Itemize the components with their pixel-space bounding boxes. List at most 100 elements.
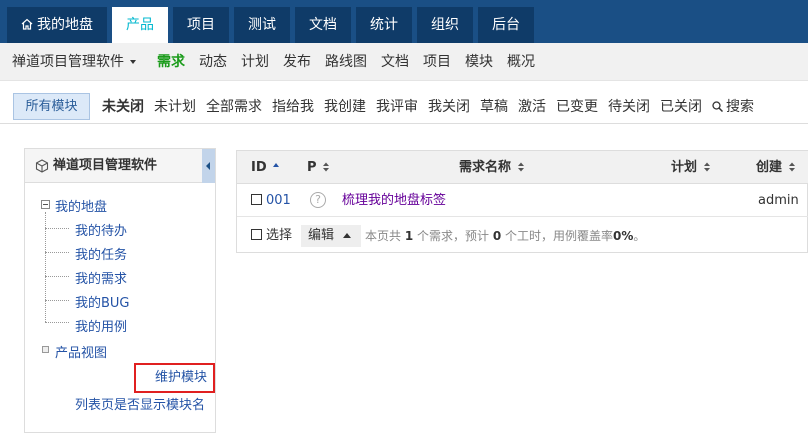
column-id[interactable]: ID (251, 151, 280, 184)
subnav-plan[interactable]: 计划 (241, 43, 269, 81)
tab-my[interactable]: 我的地盘 (7, 7, 107, 43)
story-title-link[interactable]: 梳理我的地盘标签 (342, 184, 446, 217)
summary-mid: 个需求，预计 (413, 229, 493, 243)
column-plan-label: 计划 (671, 160, 698, 175)
main-nav: 我的地盘 产品 项目 测试 文档 统计 组织 后台 (0, 0, 808, 43)
batch-edit-button[interactable]: 编辑 (301, 225, 361, 247)
subnav-project[interactable]: 项目 (423, 43, 451, 81)
tab-product-label: 产品 (126, 17, 154, 33)
tab-admin-label: 后台 (492, 17, 520, 33)
cube-icon (35, 159, 49, 173)
tree-node-bug[interactable]: 我的BUG (75, 292, 130, 311)
column-id-label: ID (251, 160, 267, 175)
tree-node-my[interactable]: 我的地盘 (55, 196, 107, 215)
tab-my-label: 我的地盘 (37, 17, 93, 33)
subnav-view[interactable]: 概况 (507, 43, 535, 81)
tree-connector (45, 300, 69, 301)
summary-rate: 0% (613, 229, 634, 243)
tree-node-product-view[interactable]: 产品视图 (55, 342, 107, 361)
tab-project[interactable]: 项目 (173, 7, 229, 43)
tree-connector (45, 228, 69, 229)
tab-report-label: 统计 (370, 17, 398, 33)
story-table: ID P 需求名称 计划 创建 001 ? 梳理我的地盘标签 admin 选择 … (236, 150, 808, 253)
side-panel-title: 禅道项目管理软件 (53, 158, 158, 173)
sort-icon (517, 162, 524, 172)
column-name[interactable]: 需求名称 (459, 151, 524, 184)
column-creator[interactable]: 创建 (756, 151, 795, 184)
sort-asc-icon (273, 163, 280, 167)
tree-connector (45, 322, 69, 323)
sub-nav: 禅道项目管理软件 需求 动态 计划 发布 路线图 文档 项目 模块 概况 (0, 43, 808, 81)
filter-unplanned[interactable]: 未计划 (154, 90, 196, 124)
tree-connector (45, 276, 69, 277)
show-module-name-link[interactable]: 列表页是否显示模块名 (75, 394, 205, 413)
column-creator-label: 创建 (756, 160, 783, 175)
summary-mid2: 个工时，用例覆盖率 (501, 229, 614, 243)
tab-doc-label: 文档 (309, 17, 337, 33)
subnav-roadmap[interactable]: 路线图 (325, 43, 367, 81)
filter-active[interactable]: 激活 (518, 90, 546, 124)
table-row[interactable]: 001 ? 梳理我的地盘标签 admin (237, 184, 808, 217)
chevron-down-icon (130, 60, 136, 64)
table-header: ID P 需求名称 计划 创建 (237, 151, 808, 184)
tab-test-label: 测试 (248, 17, 276, 33)
priority-unknown-icon: ? (310, 192, 326, 208)
side-panel-header: 禅道项目管理软件 (25, 149, 215, 183)
filter-closed[interactable]: 已关闭 (660, 90, 702, 124)
tree-node-todo[interactable]: 我的待办 (75, 220, 127, 239)
tab-product[interactable]: 产品 (112, 7, 168, 43)
column-plan[interactable]: 计划 (671, 151, 710, 184)
tab-company-label: 组织 (431, 17, 459, 33)
collapse-sidebar-button[interactable] (202, 149, 215, 183)
filter-to-close[interactable]: 待关闭 (608, 90, 650, 124)
row-id[interactable]: 001 (266, 193, 291, 208)
select-all[interactable]: 选择 (251, 218, 292, 254)
tree-node-story[interactable]: 我的需求 (75, 268, 127, 287)
chevron-up-icon (343, 233, 351, 238)
column-name-label: 需求名称 (459, 160, 512, 175)
filter-all[interactable]: 全部需求 (206, 90, 262, 124)
search-button[interactable]: 搜索 (712, 90, 754, 124)
filter-unclosed[interactable]: 未关闭 (102, 90, 144, 124)
summary-count: 1 (404, 229, 414, 243)
row-id-cell[interactable]: 001 (251, 184, 291, 217)
row-checkbox[interactable] (251, 194, 262, 205)
product-switcher-label: 禅道项目管理软件 (12, 54, 124, 70)
tab-report[interactable]: 统计 (356, 7, 412, 43)
tab-doc[interactable]: 文档 (295, 7, 351, 43)
filter-assigned-to-me[interactable]: 指给我 (272, 90, 314, 124)
row-creator: admin (758, 193, 799, 208)
collapse-icon[interactable] (41, 200, 50, 209)
product-switcher[interactable]: 禅道项目管理软件 (12, 43, 136, 81)
filter-opened-by-me[interactable]: 我创建 (324, 90, 366, 124)
all-modules-button[interactable]: 所有模块 (13, 93, 90, 120)
subnav-story[interactable]: 需求 (157, 43, 185, 81)
subnav-release[interactable]: 发布 (283, 43, 311, 81)
filter-changed[interactable]: 已变更 (556, 90, 598, 124)
sort-icon (323, 162, 330, 172)
select-all-checkbox[interactable] (251, 229, 262, 240)
subnav-doc[interactable]: 文档 (381, 43, 409, 81)
subnav-module[interactable]: 模块 (465, 43, 493, 81)
column-priority[interactable]: P (307, 151, 330, 184)
column-priority-label: P (307, 160, 317, 175)
table-footer: 选择 编辑 本页共 1 个需求，预计 0 个工时，用例覆盖率0%。 (237, 218, 808, 254)
batch-edit-label: 编辑 (308, 228, 335, 243)
tree-node-task[interactable]: 我的任务 (75, 244, 127, 263)
sort-icon (703, 162, 710, 172)
tab-admin[interactable]: 后台 (478, 7, 534, 43)
maintain-modules-link[interactable]: 维护模块 (134, 363, 215, 393)
tree-connector (45, 252, 69, 253)
tab-company[interactable]: 组织 (417, 7, 473, 43)
filter-reviewed-by-me[interactable]: 我评审 (376, 90, 418, 124)
subnav-dynamic[interactable]: 动态 (199, 43, 227, 81)
chevron-left-icon (206, 162, 210, 170)
tree-node-testcase[interactable]: 我的用例 (75, 316, 127, 335)
search-icon (712, 101, 723, 112)
tree-leaf-icon (42, 346, 49, 353)
home-icon (21, 18, 33, 30)
filter-closed-by-me[interactable]: 我关闭 (428, 90, 470, 124)
feature-bar: 所有模块 未关闭 未计划 全部需求 指给我 我创建 我评审 我关闭 草稿 激活 … (0, 90, 808, 124)
tab-test[interactable]: 测试 (234, 7, 290, 43)
filter-draft[interactable]: 草稿 (480, 90, 508, 124)
